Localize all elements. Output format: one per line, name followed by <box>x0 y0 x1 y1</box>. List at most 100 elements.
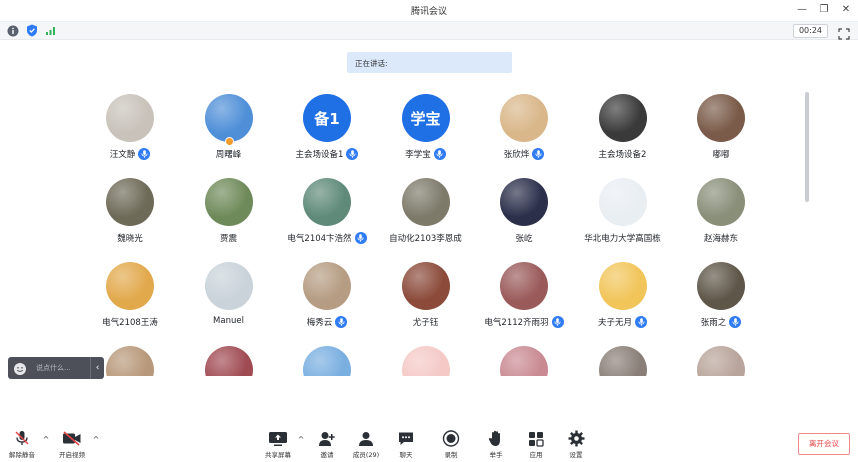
participant-tile[interactable]: 魏晓光 <box>80 176 180 256</box>
participant-name: Manuel <box>213 316 244 326</box>
video-button[interactable]: 开启视频 <box>52 430 92 462</box>
participant-tile[interactable]: 汪文静 <box>80 92 180 172</box>
participant-tile[interactable]: 贾震 <box>179 176 279 256</box>
avatar <box>697 262 745 310</box>
participant-tile[interactable]: 张屹 <box>474 176 574 256</box>
apps-icon <box>526 430 546 447</box>
microphone-icon <box>346 148 359 160</box>
restore-icon[interactable]: ❐ <box>816 2 832 18</box>
participant-name: 电气2104卞浩然 <box>287 234 352 244</box>
chat-button[interactable]: 聊天 <box>386 430 426 462</box>
participant-tile[interactable]: 电气2112齐雨羽 <box>474 260 574 340</box>
participant-tile[interactable]: 张雨之 <box>671 260 771 340</box>
fullscreen-icon[interactable] <box>838 25 850 40</box>
avatar: 学宝 <box>401 94 450 142</box>
mute-button[interactable]: 解除静音 <box>2 430 42 462</box>
avatar <box>500 262 548 310</box>
participant-tile[interactable] <box>277 344 377 376</box>
camera-off-icon <box>62 430 82 447</box>
participant-name-row: 尤子钰 <box>376 316 476 328</box>
participant-name-row: 赵海赫东 <box>671 232 771 244</box>
apps-button[interactable]: 应用 <box>516 430 556 462</box>
participant-name-row: 嘟嘟 <box>671 148 771 160</box>
avatar <box>697 346 745 376</box>
participant-name-row: 张屹 <box>474 232 574 244</box>
participant-name-row: 电气2108王涛 <box>80 316 180 328</box>
avatar <box>500 346 548 376</box>
info-icon[interactable] <box>6 24 19 37</box>
members-icon <box>356 430 376 447</box>
raise-hand-button[interactable]: 举手 <box>476 430 516 462</box>
participant-name: 贾震 <box>219 234 237 244</box>
participant-tile[interactable]: Manuel <box>179 260 279 340</box>
avatar <box>598 94 647 142</box>
participant-tile[interactable] <box>573 344 673 376</box>
participant-tile[interactable]: 华北电力大学高国栋 <box>573 176 673 256</box>
avatar <box>204 178 253 226</box>
add-user-icon <box>317 430 337 447</box>
participant-name: 梅秀云 <box>306 318 333 328</box>
avatar <box>598 346 647 376</box>
minimize-icon[interactable]: — <box>794 2 810 18</box>
participant-tile[interactable]: 赵海赫东 <box>671 176 771 256</box>
host-badge-icon <box>224 137 234 146</box>
participant-name: 赵海赫东 <box>703 234 738 244</box>
chat-input-box[interactable]: 说点什么... ‹ <box>8 357 104 379</box>
participant-tile[interactable]: 学宝李学宝 <box>376 92 476 172</box>
participant-name-row: 华北电力大学高国栋 <box>573 232 673 244</box>
participant-tile[interactable]: 电气2104卞浩然 <box>277 176 377 256</box>
participant-name: 电气2112齐雨羽 <box>484 318 549 328</box>
participant-tile[interactable]: 嘟嘟 <box>671 92 771 172</box>
participant-tile[interactable]: 夫子无月 <box>573 260 673 340</box>
participant-name-row: 梅秀云 <box>277 316 377 328</box>
participant-tile[interactable] <box>376 344 476 376</box>
chevron-left-icon[interactable]: ‹ <box>90 357 104 379</box>
invite-button[interactable]: 邀请 <box>307 430 347 462</box>
avatar <box>598 178 647 226</box>
participant-tile[interactable] <box>671 344 771 376</box>
members-button[interactable]: 成员(29) <box>346 430 386 462</box>
participant-name: 自动化2103李恩成 <box>389 234 462 244</box>
avatar <box>401 178 450 226</box>
chevron-up-icon[interactable]: ^ <box>92 436 100 444</box>
participant-name: 李学宝 <box>405 150 431 160</box>
participant-tile[interactable]: 主会场设备2 <box>573 92 673 172</box>
share-screen-button[interactable]: 共享屏幕 <box>258 430 298 462</box>
record-button[interactable]: 录制 <box>431 430 471 462</box>
signal-icon[interactable] <box>44 24 57 37</box>
participant-name-row: 李学宝 <box>376 148 476 160</box>
share-screen-icon <box>268 430 288 447</box>
avatar <box>598 262 647 310</box>
leave-meeting-button[interactable]: 离开会议 <box>798 433 850 455</box>
avatar <box>204 346 253 376</box>
emoji-icon[interactable] <box>13 361 27 375</box>
microphone-icon <box>433 148 446 160</box>
shield-icon[interactable] <box>25 24 38 37</box>
microphone-icon <box>532 148 545 160</box>
participant-name: 华北电力大学高国栋 <box>584 234 661 244</box>
participant-tile[interactable]: 张欣烨 <box>474 92 574 172</box>
chevron-up-icon[interactable]: ^ <box>42 436 50 444</box>
avatar <box>106 94 154 142</box>
avatar <box>401 346 450 376</box>
speaking-indicator: 正在讲话: <box>347 52 512 73</box>
participant-tile[interactable] <box>179 344 279 376</box>
chat-input[interactable]: 说点什么... <box>36 363 90 373</box>
participant-grid: 汪文静 周曙峰 备1 主会场设备1 学宝 李学宝 张欣烨 主会场设备2 嘟嘟 魏晓光 贾震 电气210… <box>80 92 780 376</box>
participant-tile[interactable]: 电气2108王涛 <box>80 260 180 340</box>
grid-scrollbar[interactable] <box>805 92 809 202</box>
hand-icon <box>486 430 506 447</box>
chevron-up-icon[interactable]: ^ <box>297 436 305 444</box>
avatar <box>500 94 548 142</box>
participant-tile[interactable] <box>474 344 574 376</box>
participant-name: 主会场设备2 <box>598 150 647 160</box>
participant-tile[interactable]: 梅秀云 <box>277 260 377 340</box>
close-icon[interactable]: ✕ <box>838 2 854 18</box>
participant-tile[interactable]: 备1 主会场设备1 <box>277 92 377 172</box>
participant-tile[interactable]: 尤子钰 <box>376 260 476 340</box>
settings-button[interactable]: 设置 <box>556 430 596 462</box>
participant-tile[interactable]: 周曙峰 <box>179 92 279 172</box>
avatar <box>204 94 253 142</box>
participant-tile[interactable]: 自动化2103李恩成 <box>376 176 476 256</box>
avatar <box>401 262 450 310</box>
